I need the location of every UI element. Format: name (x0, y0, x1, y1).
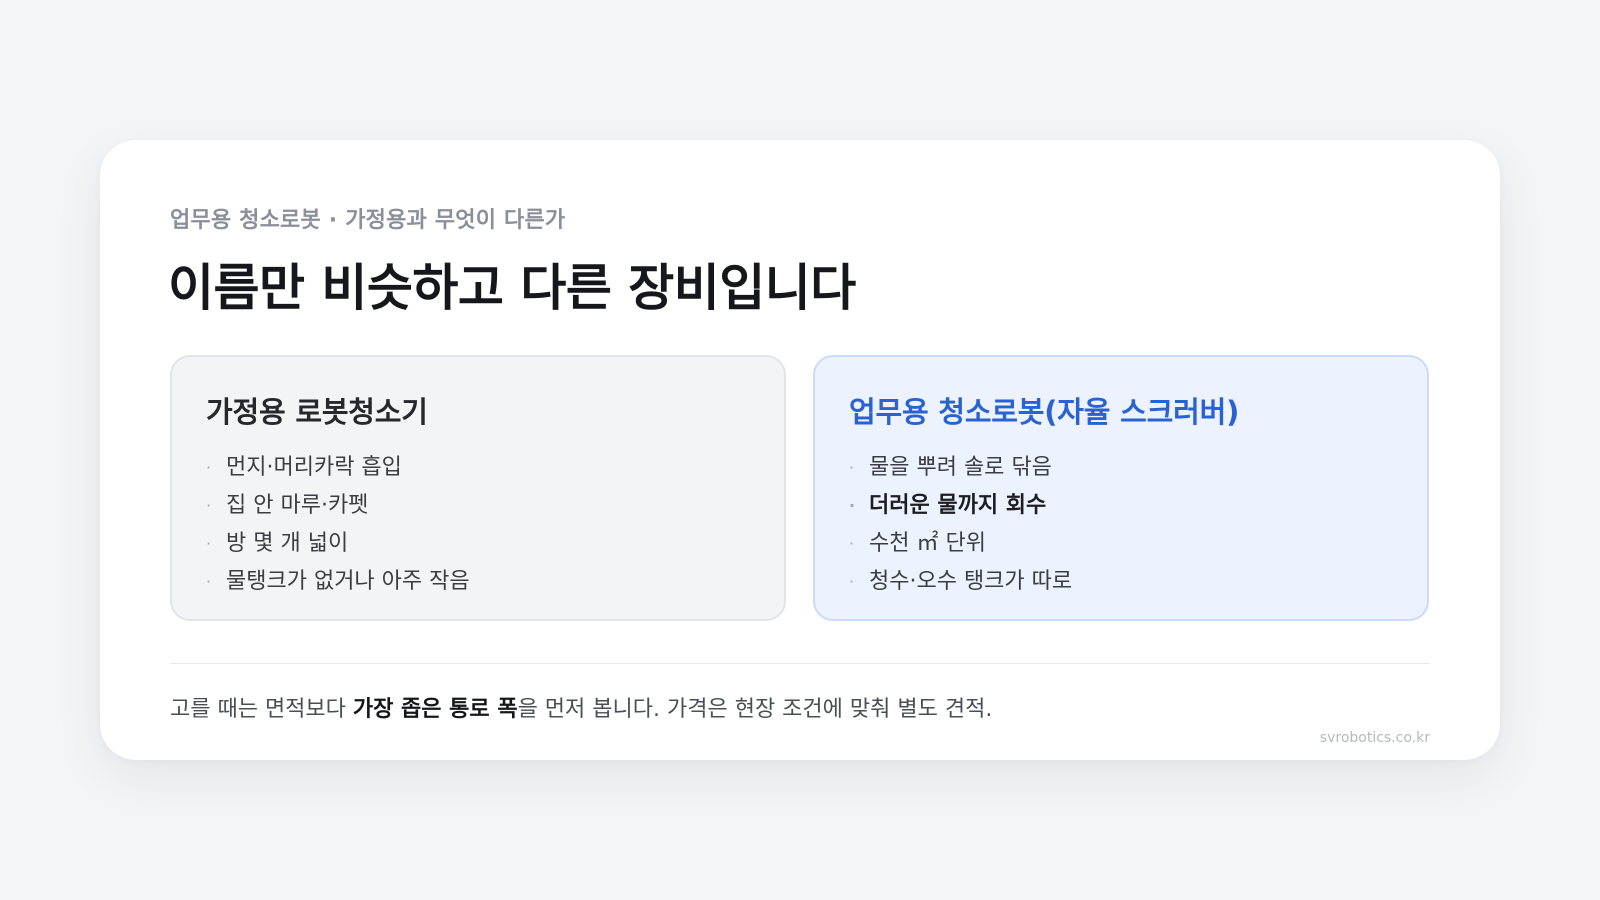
list-item: · 물을 뿌려 솔로 닦음 (849, 449, 1393, 487)
list-item-text: 더러운 물까지 회수 (869, 493, 1047, 518)
list-item-text: 먼지·머리카락 흡입 (226, 455, 402, 480)
business-robot-panel: 업무용 청소로봇(자율 스크러버) · 물을 뿌려 솔로 닦음 · 더러운 물까지 … (813, 355, 1429, 621)
note-emphasis: 가장 좁은 통로 폭 (352, 697, 518, 722)
page-title: 이름만 비슷하고 다른 장비입니다 (168, 259, 856, 317)
list-item: · 방 몇 개 넓이 (206, 525, 750, 563)
list-item-text: 집 안 마루·카펫 (226, 493, 369, 518)
eyebrow-subtitle: 업무용 청소로봇 · 가정용과 무엇이 다른가 (170, 208, 566, 233)
bullet-dot: · (206, 534, 212, 553)
bullet-dot: · (849, 572, 855, 591)
bullet-dot: · (206, 458, 212, 477)
list-item: · 청수·오수 탱크가 따로 (849, 563, 1393, 601)
bullet-dot: · (849, 534, 855, 553)
note-text-after: 을 먼저 봅니다. 가격은 현장 조건에 맞춰 별도 견적. (517, 697, 993, 722)
list-item: · 물탱크가 없거나 아주 작음 (206, 563, 750, 601)
home-feature-list: · 먼지·머리카락 흡입 · 집 안 마루·카펫 · 방 몇 개 넓이 · 물탱크가 없… (206, 449, 750, 601)
business-feature-list: · 물을 뿌려 솔로 닦음 · 더러운 물까지 회수 · 수천 ㎡ 단위 · 청수·오수… (849, 449, 1393, 601)
list-item: · 수천 ㎡ 단위 (849, 525, 1393, 563)
list-item-text: 물을 뿌려 솔로 닦음 (869, 455, 1052, 480)
home-panel-title: 가정용 로봇청소기 (206, 395, 428, 429)
list-item-highlighted: · 더러운 물까지 회수 (849, 487, 1393, 525)
footer-note: 고를 때는 면적보다 가장 좁은 통로 폭을 먼저 봅니다. 가격은 현장 조건… (170, 691, 992, 723)
list-item: · 집 안 마루·카펫 (206, 487, 750, 525)
note-text-before: 고를 때는 면적보다 (170, 697, 353, 722)
list-item-text: 물탱크가 없거나 아주 작음 (226, 569, 470, 594)
site-domain: svrobotics.co.kr (1319, 730, 1430, 746)
list-item-text: 청수·오수 탱크가 따로 (869, 569, 1073, 594)
bullet-dot: · (849, 458, 855, 477)
bullet-dot: · (849, 496, 856, 515)
comparison-card: 업무용 청소로봇 · 가정용과 무엇이 다른가 이름만 비슷하고 다른 장비입니… (100, 140, 1500, 760)
bullet-dot: · (206, 496, 212, 515)
business-panel-title: 업무용 청소로봇(자율 스크러버) (849, 395, 1240, 429)
bullet-dot: · (206, 572, 212, 591)
list-item: · 먼지·머리카락 흡입 (206, 449, 750, 487)
home-robot-panel: 가정용 로봇청소기 · 먼지·머리카락 흡입 · 집 안 마루·카펫 · 방 몇 개 … (170, 355, 786, 621)
list-item-text: 수천 ㎡ 단위 (869, 531, 986, 556)
divider (170, 663, 1430, 664)
list-item-text: 방 몇 개 넓이 (226, 531, 349, 556)
